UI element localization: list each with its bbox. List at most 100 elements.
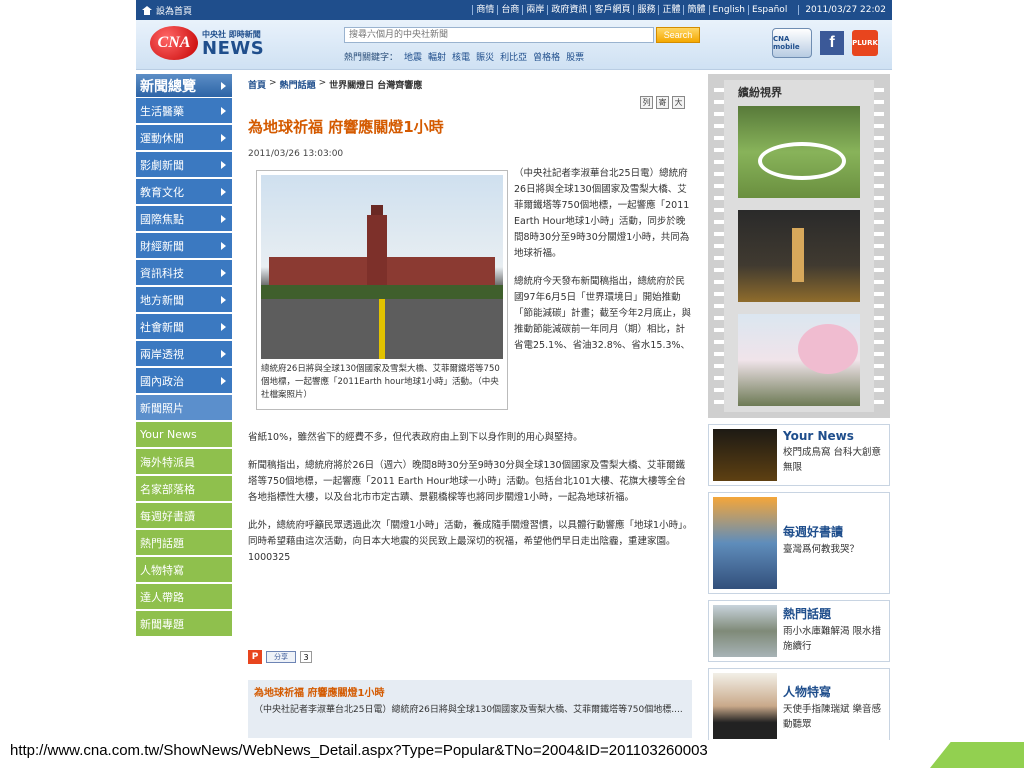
hot-keyword[interactable]: 地震 bbox=[404, 50, 422, 63]
slide-corner-decoration bbox=[930, 742, 1024, 768]
search-bar: Search bbox=[344, 27, 700, 43]
feature-card[interactable]: 每週好書讀 臺灣爲何教我哭？ bbox=[708, 492, 890, 594]
nav-item-green[interactable]: 達人帶路 bbox=[136, 584, 232, 610]
top-link[interactable]: English bbox=[708, 5, 749, 15]
gallery-thumb[interactable] bbox=[738, 210, 860, 302]
arrow-right-icon bbox=[221, 241, 226, 250]
nav-item-green[interactable]: 海外特派員 bbox=[136, 449, 232, 475]
card-title[interactable]: 人物特寫 bbox=[783, 683, 885, 700]
nav-item-label: 新聞專題 bbox=[140, 617, 184, 631]
article-para-2-cont: 省紙10%，雖然省下的經費不多，但代表政府由上到下以身作則的用心與堅持。 bbox=[248, 432, 583, 443]
breadcrumb-section[interactable]: 熱門話題 bbox=[280, 78, 316, 91]
card-title[interactable]: Your News bbox=[783, 429, 885, 443]
feature-card[interactable]: Your News 校門成鳥窩 台科大創意無限 bbox=[708, 424, 890, 486]
breadcrumb-current: 世界關燈日 台灣齊響應 bbox=[329, 81, 423, 91]
hot-keyword[interactable]: 輻射 bbox=[428, 50, 446, 63]
article-lead: （中央社記者李淑華台北25日電）總統府26日將與全球130個國家及雪梨大橋、艾菲… bbox=[514, 168, 690, 259]
nav-item-label: 資訊科技 bbox=[140, 266, 184, 280]
social-links: CNA mobile f PLURK bbox=[772, 28, 878, 58]
facebook-share-button[interactable]: 分享 bbox=[266, 651, 296, 663]
arrow-right-icon bbox=[221, 295, 226, 304]
logo-text: 中央社 即時新聞 NEWS bbox=[202, 29, 264, 58]
nav-item[interactable]: 國內政治 bbox=[136, 368, 232, 394]
search-button[interactable]: Search bbox=[656, 27, 700, 43]
nav-item[interactable]: 運動休閒 bbox=[136, 125, 232, 151]
top-link[interactable]: 服務 bbox=[633, 5, 658, 15]
cna-mobile-icon[interactable]: CNA mobile bbox=[772, 28, 812, 58]
feature-card[interactable]: 人物特寫 天使手指陳瑞斌 樂音感動聽眾 bbox=[708, 668, 890, 740]
nav-item-green[interactable]: Your News bbox=[136, 422, 232, 448]
article-lead-column: （中央社記者李淑華台北25日電）總統府26日將與全球130個國家及雪梨大橋、艾菲… bbox=[514, 166, 692, 366]
trees-shape bbox=[261, 285, 503, 299]
nav-item-label: Your News bbox=[140, 428, 197, 441]
top-link[interactable]: 兩岸 bbox=[522, 5, 547, 15]
facebook-icon[interactable]: f bbox=[820, 31, 844, 55]
related-article[interactable]: 為地球祈福 府響應關燈1小時 （中央社記者李淑華台北25日電）總統府26日將與全… bbox=[248, 680, 692, 738]
print-icon[interactable]: 列 bbox=[640, 96, 653, 109]
article-figure: 總統府26日將與全球130個國家及雪梨大橋、艾菲爾鐵塔等750個地標，一起響應「… bbox=[256, 170, 508, 410]
article-tools: 列 寄 大 bbox=[640, 96, 685, 109]
top-link[interactable]: 簡體 bbox=[683, 5, 708, 15]
nav-item[interactable]: 兩岸透視 bbox=[136, 341, 232, 367]
top-link[interactable]: 正體 bbox=[658, 5, 683, 15]
gallery-thumb[interactable] bbox=[738, 314, 860, 406]
plurk-icon[interactable]: PLURK bbox=[852, 30, 878, 56]
arrow-right-icon bbox=[221, 160, 226, 169]
nav-item-label: 財經新聞 bbox=[140, 239, 184, 253]
card-desc[interactable]: 校門成鳥窩 台科大創意無限 bbox=[783, 445, 885, 475]
nav-item-green[interactable]: 人物特寫 bbox=[136, 557, 232, 583]
email-icon[interactable]: 寄 bbox=[656, 96, 669, 109]
nav-item[interactable]: 財經新聞 bbox=[136, 233, 232, 259]
nav-item-green[interactable]: 每週好書讀 bbox=[136, 503, 232, 529]
nav-item-photos[interactable]: 新聞照片 bbox=[136, 395, 232, 421]
nav-item[interactable]: 教育文化 bbox=[136, 179, 232, 205]
font-size-icon[interactable]: 大 bbox=[672, 96, 685, 109]
card-image[interactable] bbox=[713, 497, 777, 589]
top-link[interactable]: Español bbox=[748, 5, 790, 15]
hot-keyword[interactable]: 股票 bbox=[566, 50, 584, 63]
nav-item-green[interactable]: 熱門話題 bbox=[136, 530, 232, 556]
top-link[interactable]: 台商 bbox=[497, 5, 522, 15]
cna-logo[interactable]: CNA 中央社 即時新聞 NEWS bbox=[150, 26, 264, 60]
top-link[interactable]: 客戶網頁 bbox=[590, 5, 633, 15]
card-title[interactable]: 每週好書讀 bbox=[783, 523, 859, 540]
breadcrumb-home[interactable]: 首頁 bbox=[248, 78, 266, 91]
hot-keyword[interactable]: 賑災 bbox=[476, 50, 494, 63]
card-text: Your News 校門成鳥窩 台科大創意無限 bbox=[783, 429, 885, 481]
hot-keyword[interactable]: 利比亞 bbox=[500, 50, 527, 63]
feature-card[interactable]: 熱門話題 雨小水庫難解渴 限水措施續行 bbox=[708, 600, 890, 662]
hot-keywords-label: 熱門關鍵字： bbox=[344, 53, 399, 63]
gallery-thumb[interactable] bbox=[738, 106, 860, 198]
related-title[interactable]: 為地球祈福 府響應關燈1小時 bbox=[254, 684, 686, 699]
nav-item[interactable]: 資訊科技 bbox=[136, 260, 232, 286]
nav-item[interactable]: 社會新聞 bbox=[136, 314, 232, 340]
arrow-right-icon bbox=[221, 81, 226, 90]
webpage: 設為首頁 商情 台商 兩岸 政府資訊 客戶網頁 服務 正體 簡體 English… bbox=[136, 0, 892, 740]
nav-item[interactable]: 國際焦點 bbox=[136, 206, 232, 232]
top-link[interactable]: 政府資訊 bbox=[547, 5, 590, 15]
nav-item-green[interactable]: 新聞專題 bbox=[136, 611, 232, 637]
card-desc[interactable]: 天使手指陳瑞斌 樂音感動聽眾 bbox=[783, 702, 885, 732]
arrow-right-icon bbox=[221, 133, 226, 142]
card-desc[interactable]: 雨小水庫難解渴 限水措施續行 bbox=[783, 624, 885, 654]
nav-item[interactable]: 影劇新聞 bbox=[136, 152, 232, 178]
nav-item[interactable]: 地方新聞 bbox=[136, 287, 232, 313]
nav-item-label: 運動休閒 bbox=[140, 131, 184, 145]
set-homepage-label: 設為首頁 bbox=[156, 6, 193, 17]
top-link[interactable]: 商情 bbox=[472, 5, 497, 15]
card-title[interactable]: 熱門話題 bbox=[783, 605, 885, 622]
nav-head-overview[interactable]: 新聞總覽 bbox=[136, 74, 232, 98]
card-image[interactable] bbox=[713, 673, 777, 739]
nav-item-label: 人物特寫 bbox=[140, 563, 184, 577]
nav-item[interactable]: 生活醫藥 bbox=[136, 98, 232, 124]
search-input[interactable] bbox=[344, 27, 654, 43]
card-desc[interactable]: 臺灣爲何教我哭？ bbox=[783, 542, 859, 557]
set-homepage-link[interactable]: 設為首頁 bbox=[142, 4, 192, 17]
plurk-share-icon[interactable]: P bbox=[248, 650, 262, 664]
card-image[interactable] bbox=[713, 429, 777, 481]
card-image[interactable] bbox=[713, 605, 777, 657]
nav-item-green[interactable]: 名家部落格 bbox=[136, 476, 232, 502]
hot-keyword[interactable]: 曾格格 bbox=[533, 50, 560, 63]
hot-keyword[interactable]: 核電 bbox=[452, 50, 470, 63]
nav-item-label: 生活醫藥 bbox=[140, 104, 184, 118]
